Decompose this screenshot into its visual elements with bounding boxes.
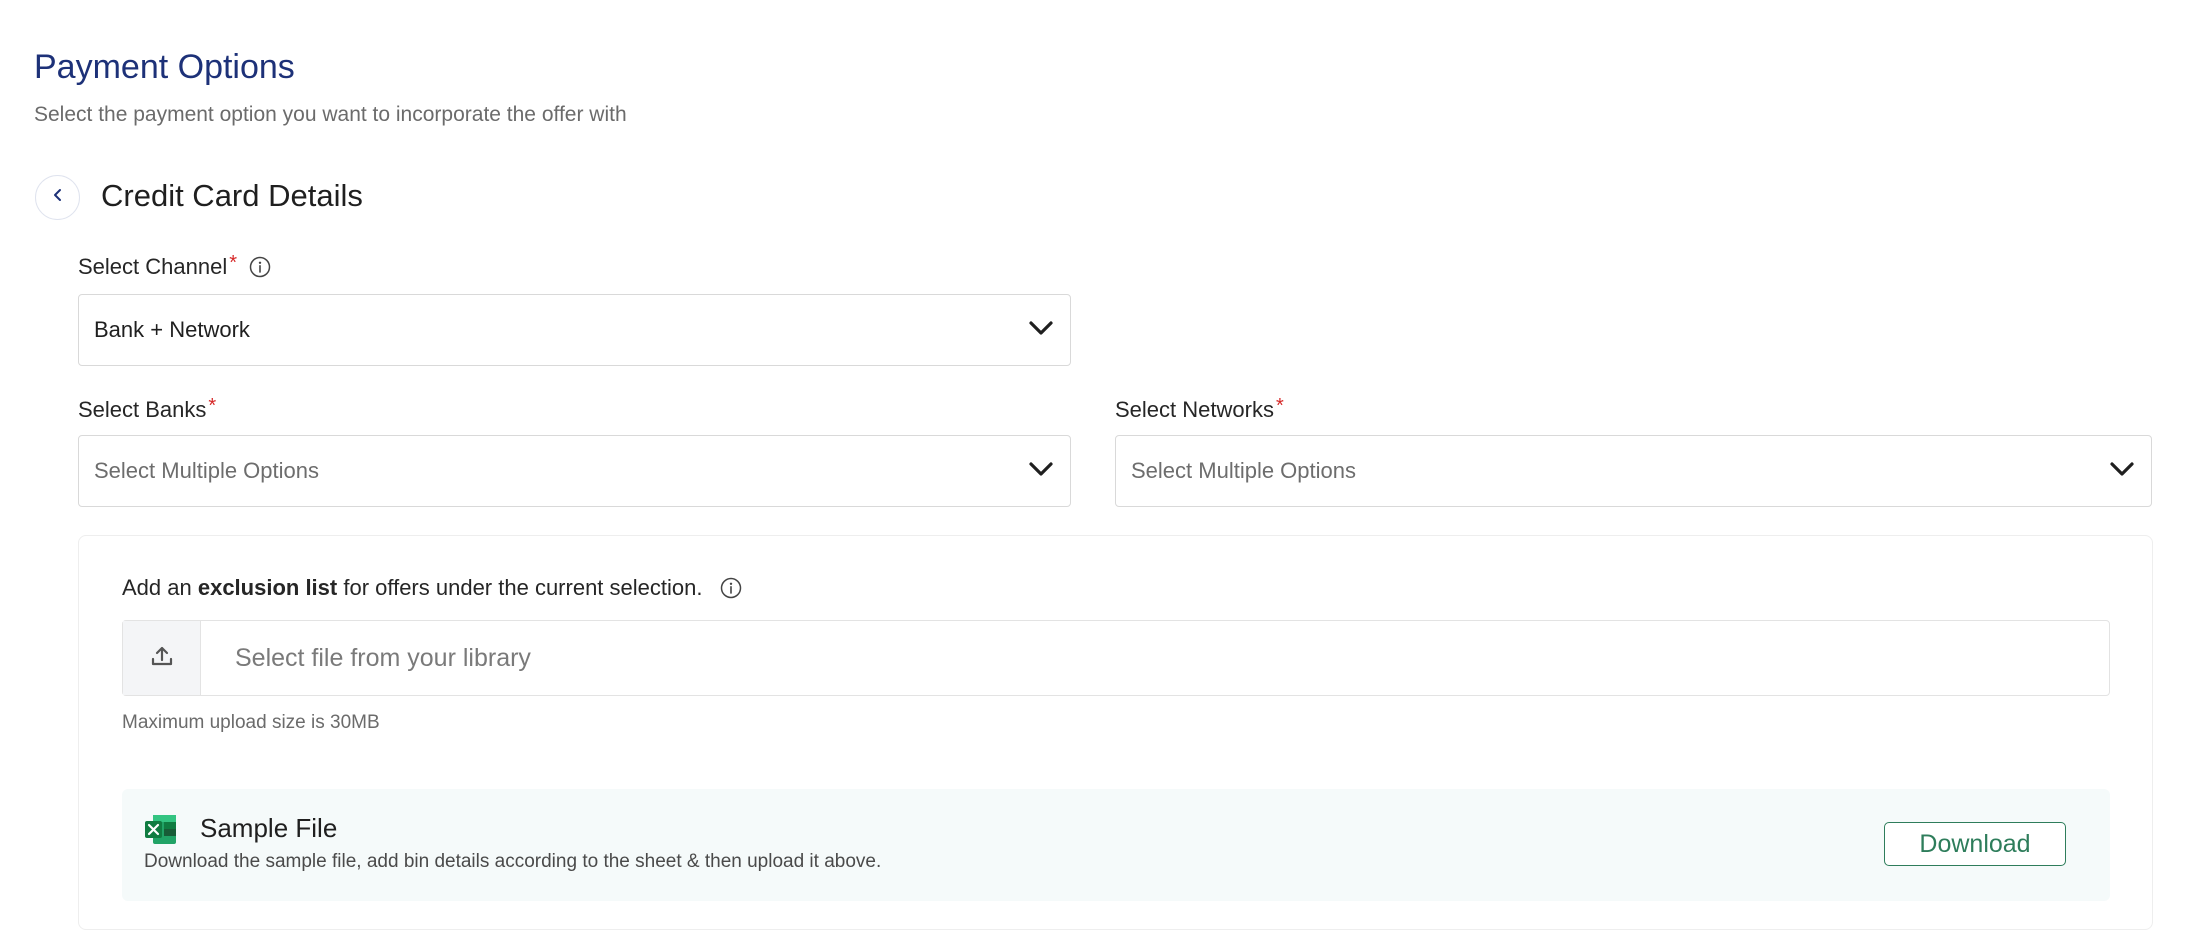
networks-label-text: Select Networks xyxy=(1115,397,1274,422)
upload-icon xyxy=(150,644,174,673)
info-icon[interactable] xyxy=(249,256,271,278)
networks-select[interactable]: Select Multiple Options xyxy=(1115,435,2152,507)
exclusion-text-after: for offers under the current selection. xyxy=(337,575,703,600)
channel-select[interactable]: Bank + Network xyxy=(78,294,1071,366)
banks-select[interactable]: Select Multiple Options xyxy=(78,435,1071,507)
file-upload-input[interactable]: Select file from your library xyxy=(122,620,2110,696)
upload-size-hint: Maximum upload size is 30MB xyxy=(122,712,380,733)
section-title: Credit Card Details xyxy=(101,178,363,213)
chevron-left-icon xyxy=(51,188,65,207)
channel-label-text: Select Channel xyxy=(78,254,228,279)
sample-file-panel: Sample File Download the sample file, ad… xyxy=(122,789,2110,901)
excel-file-icon xyxy=(144,814,177,850)
required-mark: * xyxy=(1275,394,1284,417)
exclusion-text-bold: exclusion list xyxy=(197,575,338,600)
exclusion-text-before: Add an xyxy=(122,575,198,600)
back-button[interactable] xyxy=(35,175,80,220)
sample-file-description: Download the sample file, add bin detail… xyxy=(144,851,882,872)
upload-button[interactable] xyxy=(123,621,201,695)
payment-options-page: Payment Options Select the payment optio… xyxy=(0,0,2187,949)
required-mark: * xyxy=(208,394,217,417)
upload-placeholder: Select file from your library xyxy=(235,643,531,672)
page-title: Payment Options xyxy=(34,48,295,86)
exclusion-card: Add an exclusion list for offers under t… xyxy=(78,535,2153,930)
chevron-down-icon xyxy=(1028,320,1054,341)
banks-select-placeholder: Select Multiple Options xyxy=(94,458,319,483)
download-button[interactable]: Download xyxy=(1884,822,2066,866)
chevron-down-icon xyxy=(2109,461,2135,482)
banks-label-text: Select Banks xyxy=(78,397,207,422)
page-subtitle: Select the payment option you want to in… xyxy=(34,103,627,126)
chevron-down-icon xyxy=(1028,461,1054,482)
sample-file-title: Sample File xyxy=(200,813,338,843)
networks-label: Select Networks * xyxy=(1115,394,1284,423)
required-mark: * xyxy=(229,251,238,274)
exclusion-text: Add an exclusion list for offers under t… xyxy=(122,575,742,601)
channel-select-value: Bank + Network xyxy=(94,317,250,342)
channel-label: Select Channel * xyxy=(78,251,271,280)
info-icon[interactable] xyxy=(720,577,742,599)
networks-select-placeholder: Select Multiple Options xyxy=(1131,458,1356,483)
banks-label: Select Banks * xyxy=(78,394,217,423)
